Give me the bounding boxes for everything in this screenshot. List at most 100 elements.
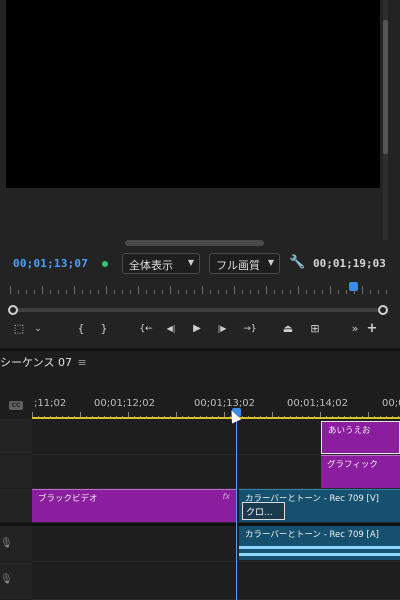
microphone-icon[interactable]: 🎙 — [0, 538, 13, 549]
ruler-tick — [386, 290, 387, 294]
clip-tooltip: クロ... — [242, 502, 285, 520]
fx-badge: fx — [222, 492, 230, 501]
ruler-tick — [250, 290, 251, 294]
ruler-tick — [34, 290, 35, 294]
captions-icon[interactable]: CC — [9, 401, 23, 410]
color-bars-audio-clip[interactable]: カラーバーとトーン - Rec 709 [A] — [239, 526, 400, 560]
ruler-label: 00;01;14;02 — [287, 398, 349, 409]
ruler-tick — [10, 286, 11, 294]
graphic-clip[interactable]: グラフィック — [321, 455, 400, 488]
ruler-tick — [346, 290, 347, 294]
ruler-tick — [154, 290, 155, 294]
title-clip[interactable]: あいうえお — [321, 421, 400, 454]
chevron-down-icon: ▼ — [187, 258, 194, 267]
quality-select[interactable]: フル画質 ▼ — [209, 253, 280, 274]
ruler-tick — [90, 290, 91, 294]
ruler-tick — [122, 290, 123, 294]
playhead-line[interactable] — [236, 414, 237, 600]
chevron-down-icon[interactable]: ⌄ — [31, 322, 45, 336]
zoom-scrollbar-track[interactable] — [14, 308, 382, 312]
clip-label: あいうえお — [328, 426, 371, 436]
wrench-icon[interactable]: 🔧 — [289, 255, 305, 270]
ruler-tick — [266, 286, 267, 294]
overflow-button[interactable]: » — [348, 322, 362, 336]
extract-icon[interactable]: ⊞ — [308, 322, 322, 336]
track-header-v1[interactable] — [0, 489, 32, 523]
track-header-v2[interactable] — [0, 455, 32, 489]
sequence-tab-bar: シーケンス 07 ≡ — [0, 351, 400, 374]
ruler-tick — [298, 286, 299, 294]
step-back-button[interactable]: ◀| — [164, 322, 178, 336]
status-dot-icon — [102, 261, 108, 267]
ruler-tick — [74, 286, 75, 294]
ruler-tick — [306, 290, 307, 294]
zoom-handle-right[interactable] — [378, 305, 388, 315]
track-header-a2[interactable]: 🎙 — [0, 562, 32, 600]
current-timecode[interactable]: 00;01;13;07 — [13, 257, 88, 270]
ruler-tick — [322, 290, 323, 294]
ruler-tick — [330, 286, 331, 294]
track-a2[interactable] — [32, 562, 400, 600]
ruler-tick — [26, 290, 27, 294]
ruler-tick — [218, 290, 219, 294]
ruler-tick — [42, 286, 43, 294]
play-button[interactable]: ▶ — [190, 322, 204, 336]
ruler-label: 00;01;13;02 — [194, 398, 256, 409]
panel-menu-icon[interactable]: ≡ — [77, 356, 86, 369]
add-button[interactable]: + — [365, 322, 379, 336]
video-preview[interactable] — [6, 0, 380, 188]
clip-label: カラーバーとトーン - Rec 709 [A] — [245, 530, 379, 540]
ruler-tick — [226, 290, 227, 294]
ruler-tick — [194, 290, 195, 294]
ruler-label: ;11;02 — [34, 398, 67, 409]
ruler-tick — [338, 290, 339, 294]
ruler-tick — [146, 290, 147, 294]
scrollbar-thumb[interactable] — [383, 20, 388, 154]
audio-waveform — [239, 553, 400, 556]
ruler-tick — [170, 286, 171, 294]
go-to-in-button[interactable]: {← — [137, 322, 155, 336]
ruler-tick — [258, 290, 259, 294]
ruler-tick — [290, 290, 291, 294]
mark-out-button[interactable]: } — [97, 322, 111, 336]
zoom-scrollbar[interactable] — [8, 305, 388, 315]
ruler-tick — [282, 290, 283, 294]
audio-waveform — [239, 546, 400, 549]
ruler-tick — [274, 290, 275, 294]
ruler-tick — [210, 290, 211, 294]
ruler-tick — [114, 290, 115, 294]
ruler-tick — [66, 290, 67, 294]
step-forward-button[interactable]: |▶ — [215, 322, 229, 336]
ruler-tick — [138, 286, 139, 294]
lift-icon[interactable]: ⏏ — [281, 322, 295, 336]
monitor-time-ruler[interactable] — [10, 282, 387, 294]
safe-margins-icon[interactable]: ⬚ — [12, 322, 26, 336]
tab-sequence-label: シーケンス 07 — [0, 356, 72, 369]
horizontal-scrollbar[interactable] — [125, 240, 264, 246]
track-header-v3[interactable] — [0, 419, 32, 455]
ruler-tick — [234, 286, 235, 294]
clip-label: グラフィック — [327, 460, 378, 470]
black-video-clip[interactable]: ブラックビデオ fx — [32, 489, 236, 522]
microphone-icon[interactable]: 🎙 — [0, 574, 13, 585]
monitor-playhead[interactable] — [349, 282, 358, 291]
ruler-tick — [18, 290, 19, 294]
vertical-scrollbar[interactable] — [383, 0, 388, 240]
ruler-tick — [98, 290, 99, 294]
ruler-tick — [178, 290, 179, 294]
timeline-header: CC ;11;02 00;01;12;02 00;01;13;02 00;01;… — [0, 373, 400, 422]
ruler-tick — [162, 290, 163, 294]
ruler-label: 00;01;12;02 — [94, 398, 156, 409]
zoom-handle-left[interactable] — [8, 305, 18, 315]
duration-timecode: 00;01;19;03 — [313, 257, 386, 270]
chevron-down-icon: ▼ — [267, 258, 274, 267]
mark-in-button[interactable]: { — [74, 322, 88, 336]
ruler-tick — [314, 290, 315, 294]
ruler-tick — [242, 290, 243, 294]
track-header-a1[interactable]: 🎙 — [0, 526, 32, 562]
tab-sequence[interactable]: シーケンス 07 ≡ — [0, 354, 87, 374]
timeline-tracks: 🎙 🎙 あいうえお グラフィック ブラックビデオ fx カラーバーとトーン - … — [0, 419, 400, 600]
clip-label: ブラックビデオ — [38, 494, 98, 504]
zoom-select[interactable]: 全体表示 ▼ — [122, 253, 200, 274]
go-to-out-button[interactable]: →} — [241, 322, 259, 336]
